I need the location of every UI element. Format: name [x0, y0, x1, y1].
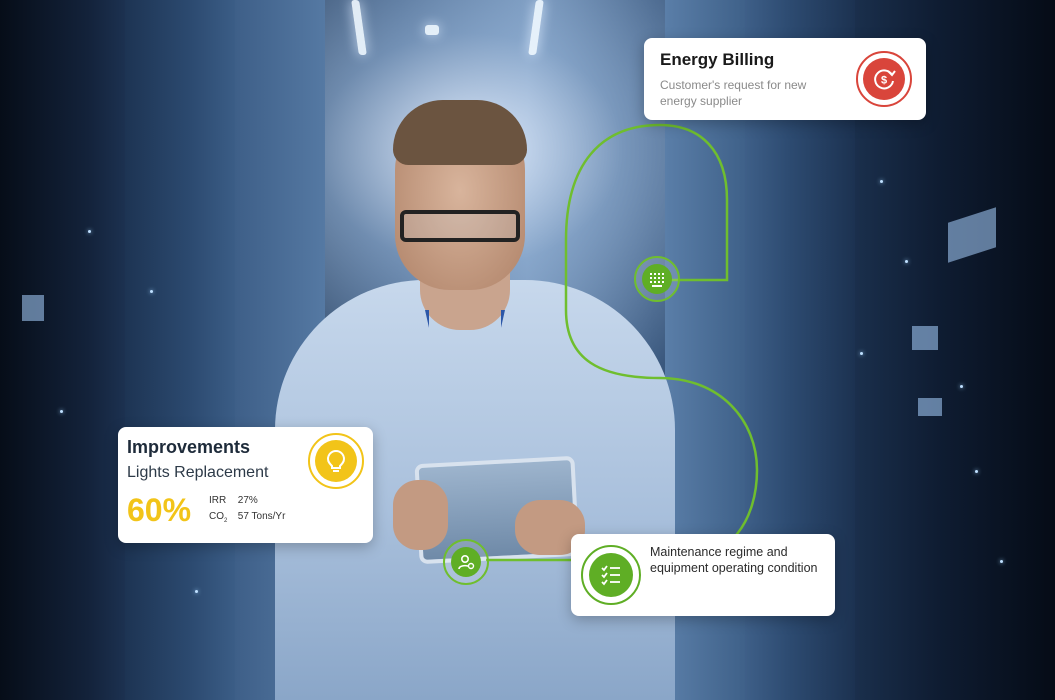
hair — [393, 100, 527, 165]
left-hand — [393, 480, 448, 550]
rack-panel — [912, 326, 938, 350]
ceiling-light — [351, 0, 367, 55]
rack-led — [88, 230, 91, 233]
irr-value: 27% — [237, 495, 258, 506]
building-grid-icon — [642, 264, 672, 294]
improvements-card[interactable]: Improvements Lights Replacement 60% IRR … — [118, 427, 373, 543]
ceiling-light — [528, 0, 544, 55]
checklist-icon — [581, 545, 641, 605]
lightbulb-icon — [308, 433, 364, 489]
improvements-stats: IRR 27% CO2 57 Tons/Yr — [209, 493, 285, 529]
rack-panel — [918, 398, 942, 416]
rack-led — [905, 260, 908, 263]
rack-led — [60, 410, 63, 413]
co2-row: CO2 57 Tons/Yr — [209, 509, 285, 529]
energy-billing-description: Customer's request for new energy suppli… — [660, 78, 807, 108]
building-grid-node[interactable] — [634, 256, 680, 302]
improvements-percentage: 60% — [127, 492, 192, 528]
user-settings-node[interactable] — [443, 539, 489, 585]
server-rack — [125, 0, 235, 700]
rack-led — [975, 470, 978, 473]
rack-led — [195, 590, 198, 593]
rack-panel — [22, 295, 44, 321]
user-settings-icon — [451, 547, 481, 577]
maintenance-description: Maintenance regime and equipment operati… — [650, 545, 818, 575]
dollar-refresh-icon: $ — [856, 51, 912, 107]
irr-row: IRR 27% — [209, 493, 285, 509]
rack-led — [1000, 560, 1003, 563]
co2-label: CO2 — [209, 511, 228, 524]
server-rack — [0, 0, 125, 700]
co2-value: 57 Tons/Yr — [237, 511, 286, 522]
rack-led — [150, 290, 153, 293]
ceiling-light — [425, 25, 439, 35]
maintenance-card[interactable]: Maintenance regime and equipment operati… — [571, 534, 835, 616]
glasses — [400, 210, 520, 242]
rack-led — [880, 180, 883, 183]
energy-billing-card[interactable]: Energy Billing Customer's request for ne… — [644, 38, 926, 120]
rack-led — [860, 352, 863, 355]
rack-led — [960, 385, 963, 388]
irr-label: IRR — [209, 495, 227, 506]
svg-text:$: $ — [881, 75, 887, 87]
